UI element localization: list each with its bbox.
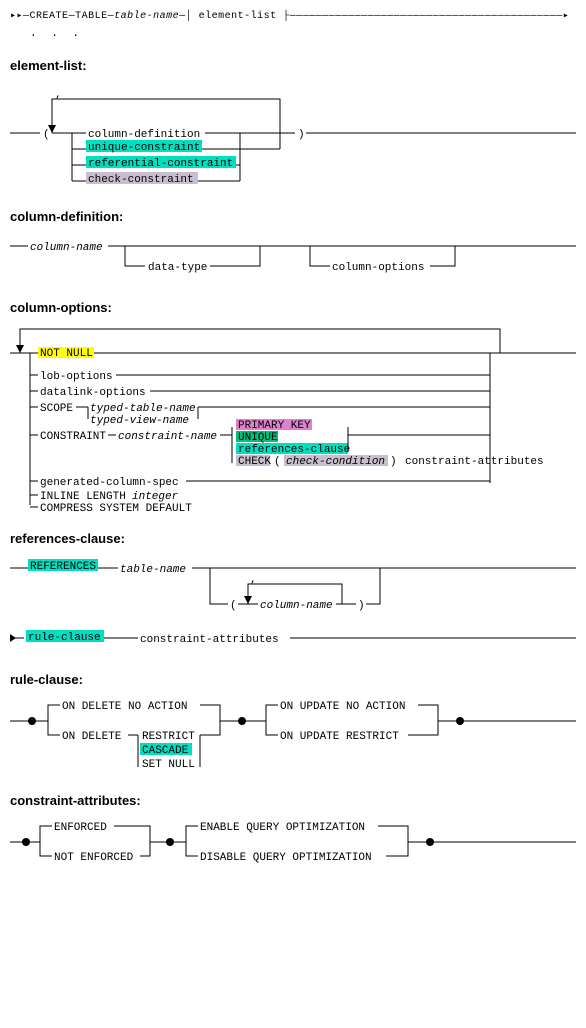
svg-text:SET NULL: SET NULL [142,759,195,771]
section-column-options: column-options: [10,300,576,315]
svg-text:column-name: column-name [30,242,103,254]
svg-text:constraint-name: constraint-name [118,431,217,443]
svg-text:): ) [358,600,365,612]
svg-text:RESTRICT: RESTRICT [142,731,195,743]
svg-text:ENABLE QUERY OPTIMIZATION: ENABLE QUERY OPTIMIZATION [200,822,365,834]
svg-text:UNIQUE: UNIQUE [238,432,278,444]
svg-text:): ) [390,456,397,468]
svg-text:CASCADE: CASCADE [142,745,189,757]
svg-text:COMPRESS SYSTEM DEFAULT: COMPRESS SYSTEM DEFAULT [40,503,192,513]
svg-text:table-name: table-name [120,564,186,576]
svg-text:integer: integer [132,491,179,503]
svg-text:(: ( [274,456,281,468]
svg-text:rule-clause: rule-clause [28,632,101,644]
syntax-header: ▸▸—CREATE—TABLE—table-name—│ element-lis… [10,10,576,22]
svg-text:column-name: column-name [260,600,333,612]
diagram-references-clause-2: rule-clause constraint-attributes [10,624,576,654]
svg-text:typed-view-name: typed-view-name [90,415,189,427]
svg-text:datalink-options: datalink-options [40,387,146,399]
svg-text:,: , [55,89,62,101]
diagram-column-options: NOT NULL lob-options datalink-options SC… [10,323,576,513]
svg-text:data-type: data-type [148,262,207,274]
svg-text:,: , [250,574,257,586]
svg-text:CHECK: CHECK [238,456,271,468]
svg-text:constraint-attributes: constraint-attributes [405,456,544,468]
diagram-element-list: ( , column-definition unique-constraint … [10,81,576,191]
section-column-definition: column-definition: [10,209,576,224]
section-rule-clause: rule-clause: [10,672,576,687]
svg-text:): ) [298,129,305,141]
svg-text:CONSTRAINT: CONSTRAINT [40,431,106,443]
svg-text:NOT ENFORCED: NOT ENFORCED [54,852,134,864]
svg-text:INLINE LENGTH: INLINE LENGTH [40,491,126,503]
diagram-references-clause-1: REFERENCES table-name ( , column-name ) [10,554,576,624]
ellipsis: . . . [30,28,576,40]
svg-text:check-constraint: check-constraint [88,174,194,186]
svg-text:PRIMARY KEY: PRIMARY KEY [238,420,311,432]
svg-text:ON DELETE: ON DELETE [62,731,122,743]
svg-text:(: ( [43,129,50,141]
svg-text:typed-table-name: typed-table-name [90,403,196,415]
svg-text:unique-constraint: unique-constraint [88,142,200,154]
svg-text:ENFORCED: ENFORCED [54,822,107,834]
svg-text:SCOPE: SCOPE [40,403,73,415]
section-constraint-attributes: constraint-attributes: [10,793,576,808]
svg-text:constraint-attributes: constraint-attributes [140,634,279,646]
section-element-list: element-list: [10,58,576,73]
diagram-rule-clause: ON DELETE NO ACTION ON DELETE RESTRICT C… [10,695,576,775]
svg-text:check-condition: check-condition [286,456,385,468]
svg-text:NOT NULL: NOT NULL [40,348,93,360]
svg-text:REFERENCES: REFERENCES [30,561,96,573]
section-references-clause: references-clause: [10,531,576,546]
svg-text:lob-options: lob-options [40,371,113,383]
svg-text:column-options: column-options [332,262,424,274]
svg-text:DISABLE QUERY OPTIMIZATION: DISABLE QUERY OPTIMIZATION [200,852,372,864]
svg-text:ON UPDATE RESTRICT: ON UPDATE RESTRICT [280,731,399,743]
svg-text:references-clause: references-clause [238,444,350,456]
diagram-column-definition: column-name data-type column-options [10,232,576,282]
svg-text:(: ( [230,600,237,612]
svg-text:column-definition: column-definition [88,129,200,141]
svg-text:generated-column-spec: generated-column-spec [40,477,179,489]
svg-text:referential-constraint: referential-constraint [88,158,233,170]
svg-text:ON DELETE NO ACTION: ON DELETE NO ACTION [62,701,187,713]
diagram-constraint-attributes: ENFORCED NOT ENFORCED ENABLE QUERY OPTIM… [10,816,576,866]
svg-text:ON UPDATE NO ACTION: ON UPDATE NO ACTION [280,701,405,713]
